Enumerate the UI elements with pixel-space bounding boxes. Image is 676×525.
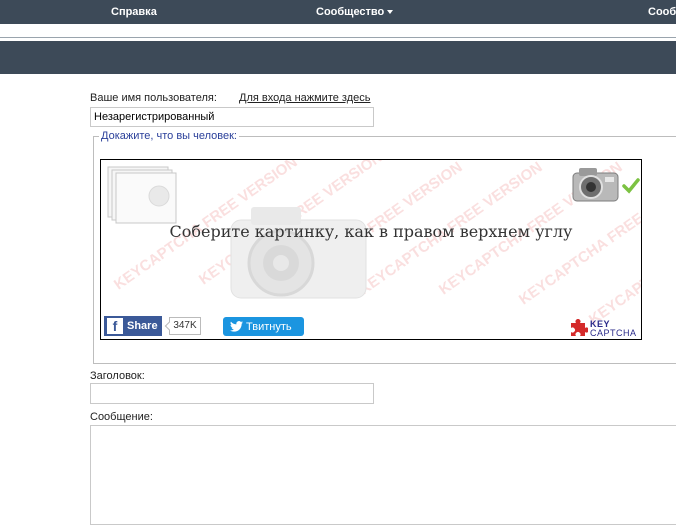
camera-background-image xyxy=(230,207,367,299)
message-label: Сообщение: xyxy=(90,411,153,423)
check-icon xyxy=(622,178,640,194)
nav-item-community-label: Сообщество xyxy=(316,6,385,18)
share-count: 347K xyxy=(169,317,201,335)
username-label: Ваше имя пользователя: xyxy=(90,92,217,104)
chevron-down-icon xyxy=(387,10,394,15)
twitter-tweet-button[interactable]: Твитнуть xyxy=(223,317,304,336)
puzzle-pieces[interactable] xyxy=(107,166,179,224)
top-nav-bar: Справка Сообщество Сооб xyxy=(0,0,676,24)
nav-item-help[interactable]: Справка xyxy=(111,6,157,18)
subject-field[interactable] xyxy=(90,383,374,404)
captcha-legend: Докажите, что вы человек: xyxy=(101,130,237,142)
divider xyxy=(0,37,676,38)
twitter-bird-icon xyxy=(230,321,243,332)
nav-item-community[interactable]: Сообщество xyxy=(316,6,394,18)
message-textarea[interactable] xyxy=(90,425,676,525)
twitter-tweet-label: Твитнуть xyxy=(246,321,292,333)
puzzle-logo-icon xyxy=(571,319,588,336)
facebook-share-label: Share xyxy=(127,320,158,332)
logo-text-captcha: CAPTCHA xyxy=(590,328,637,338)
captcha-instruction: Соберите картинку, как в правом верхнем … xyxy=(169,222,573,241)
facebook-share-button[interactable]: f Share xyxy=(104,316,162,336)
username-field[interactable]: Незарегистрированный xyxy=(90,107,374,127)
subject-label: Заголовок: xyxy=(90,370,145,382)
username-value: Незарегистрированный xyxy=(94,111,215,123)
keycaptcha-logo[interactable]: KEY CAPTCHA xyxy=(568,318,640,338)
camera-target-image xyxy=(572,168,619,202)
header-banner xyxy=(0,41,676,74)
facebook-icon: f xyxy=(107,318,123,334)
captcha-puzzle[interactable]: KEYCAPTCHA FREE VERSION KEYCAPTCHA FREE … xyxy=(100,159,642,340)
login-link[interactable]: Для входа нажмите здесь xyxy=(239,92,370,104)
nav-item-community-truncated[interactable]: Сооб xyxy=(648,6,676,18)
